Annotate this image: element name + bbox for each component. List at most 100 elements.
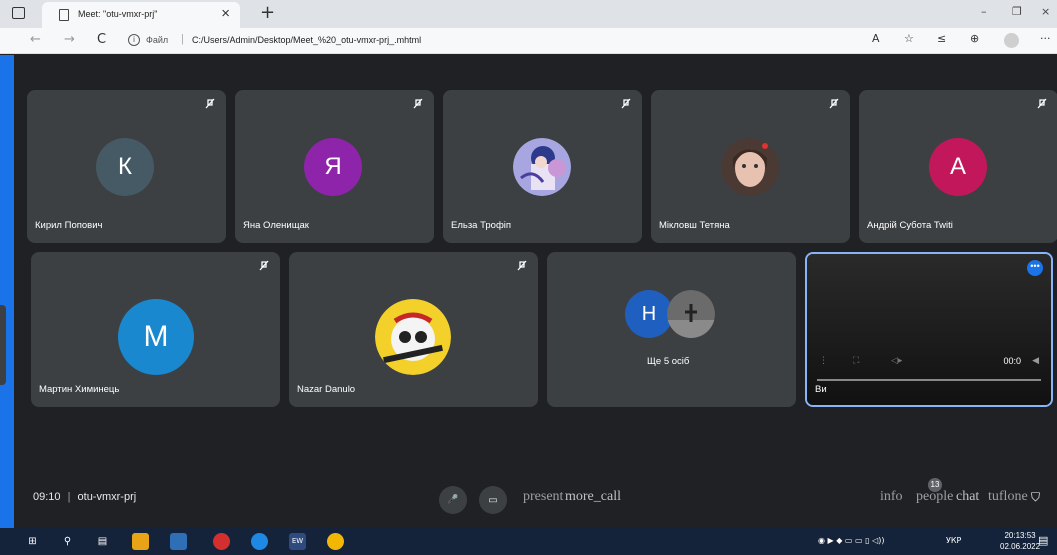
camera-icon: ▭ [488,494,498,506]
more-menu-icon[interactable]: ··· [1040,32,1051,45]
file-explorer-icon[interactable] [132,533,149,550]
profile-avatar[interactable] [1004,33,1019,48]
participant-tile[interactable]: Nazar Danulo [289,252,538,407]
side-handle[interactable] [0,305,6,385]
info-icon[interactable]: i [128,34,140,46]
participant-name: Мікловш Тетяна [659,220,730,231]
participant-name: Яна Оленищак [243,220,309,231]
participant-name: Ельза Трофіп [451,220,512,231]
restore-button[interactable]: ❐ [1012,5,1022,18]
url-separator: | [181,33,184,45]
meeting-info: 09:10 | otu-vmxr-prj [33,491,136,503]
participant-tile[interactable]: Я Яна Оленищак [235,90,434,243]
tab-close-button[interactable]: × [221,5,230,22]
avatar: A [929,138,987,196]
taskbar-clock[interactable]: 20:13:53 02.06.2022 [1000,530,1040,552]
new-tab-button[interactable]: + [260,2,275,23]
mic-off-icon [517,260,527,271]
mic-off-icon [413,98,423,109]
reload-button[interactable]: C [97,32,106,47]
url-text[interactable]: C:/Users/Admin/Desktop/Meet_%20_otu-vmxr… [192,35,421,45]
anime-avatar-photo [513,138,571,196]
address-bar-row: ← → C i Файл | C:/Users/Admin/Desktop/Me… [0,28,1057,54]
participant-name: Мартин Химинець [39,384,120,395]
search-icon[interactable]: ⚲ [59,533,76,550]
self-tile[interactable]: ••• ⋮ ⛶ ◁▸ 00:0 ◀ Ви [805,252,1053,407]
camera-button[interactable]: ▭ [479,486,507,514]
favorite-icon[interactable]: ☆ [904,32,914,45]
avatar: M [118,299,194,375]
participant-name: Nazar Danulo [297,384,356,395]
video-progress-bar[interactable] [817,379,1041,381]
tab-actions-icon[interactable] [12,7,25,19]
participant-tile[interactable]: A Андрій Субота Twiti [859,90,1057,243]
mic-off-icon [1037,98,1047,109]
windows-start-icon[interactable]: ⊞ [24,533,41,550]
browser-tab-bar: Meet: "otu-vmxr-prj" × + – ❐ × [0,0,1057,28]
collections-icon[interactable]: ⊕ [970,32,979,45]
forward-button[interactable]: → [64,32,75,47]
tab-title: Meet: "otu-vmxr-prj" [78,9,158,19]
more-call-button[interactable]: more_call [565,489,621,505]
clock-date: 02.06.2022 [1000,542,1041,551]
volume-icon[interactable]: ◀ [1032,356,1039,366]
others-tile[interactable]: H Ще 5 осіб [547,252,796,407]
mic-button[interactable]: 🎤 [439,486,467,514]
clock-time: 20:13:53 [1004,531,1036,540]
participant-name: Кирил Попович [35,220,103,231]
chrome-icon[interactable] [327,533,344,550]
tuflone-button[interactable]: tuflone [988,489,1028,505]
tray-icons[interactable]: ◉ ▶ ◆ ▭ ▭ ▯ ◁)) [818,536,884,545]
address-input[interactable]: i Файл | C:/Users/Admin/Desktop/Meet_%20… [120,31,860,51]
woman-avatar-photo [721,138,779,196]
mic-off-icon [259,260,269,271]
minimize-button[interactable]: – [981,5,987,18]
present-button[interactable]: present [523,489,563,505]
participant-tile[interactable]: Мікловш Тетяна [651,90,850,243]
browser-tab[interactable]: Meet: "otu-vmxr-prj" × [42,2,240,28]
meeting-time: 09:10 [33,491,61,503]
fullscreen-icon[interactable]: ⛶ [853,356,859,366]
participant-name: Андрій Субота Twiti [867,220,953,231]
info-button[interactable]: info [880,489,903,505]
shield-icon[interactable]: ⛉ [1031,490,1040,505]
chat-button[interactable]: chat [956,489,979,505]
opera-icon[interactable] [213,533,230,550]
windows-taskbar: ⊞ ⚲ ▤ EW ◉ ▶ ◆ ▭ ▭ ▯ ◁)) УКР 20:13:53 02… [0,528,1057,555]
skull-avatar-photo [375,299,451,375]
left-edge [0,55,14,528]
mic-off-icon [621,98,631,109]
participant-tile[interactable]: M Мартин Химинець [31,252,280,407]
self-name: Ви [815,384,827,395]
mic-icon: 🎤 [447,495,459,505]
favorites-icon[interactable]: ≤ [937,32,946,45]
page-icon [59,9,69,21]
separator: | [67,491,71,503]
meeting-code: otu-vmxr-prj [77,491,137,503]
more-options-button[interactable]: ••• [1027,260,1043,276]
edge-icon[interactable] [251,533,268,550]
others-label: Ще 5 осіб [647,356,690,367]
mic-off-icon [205,98,215,109]
self-video [807,254,1051,405]
others-photo [667,290,715,338]
participant-tile[interactable]: К Кирил Попович [27,90,226,243]
back-button[interactable]: ← [30,32,41,47]
avatar: Я [304,138,362,196]
video-menu-icon[interactable]: ⋮ [819,356,828,366]
file-label: Файл [146,35,169,45]
word-icon[interactable]: EW [289,533,306,550]
notification-icon[interactable]: ▤ [1038,534,1048,547]
play-icon[interactable]: ◁▸ [891,356,902,366]
participant-tile[interactable]: Ельза Трофіп [443,90,642,243]
store-icon[interactable] [170,533,187,550]
video-time: 00:0 [1003,356,1021,366]
people-button[interactable]: people [916,489,953,505]
others-avatar: H [625,290,673,338]
close-window-button[interactable]: × [1041,5,1050,18]
language-indicator[interactable]: УКР [946,536,961,545]
mic-off-icon [829,98,839,109]
task-view-icon[interactable]: ▤ [94,533,111,550]
read-aloud-icon[interactable]: A [872,32,880,45]
avatar: К [96,138,154,196]
